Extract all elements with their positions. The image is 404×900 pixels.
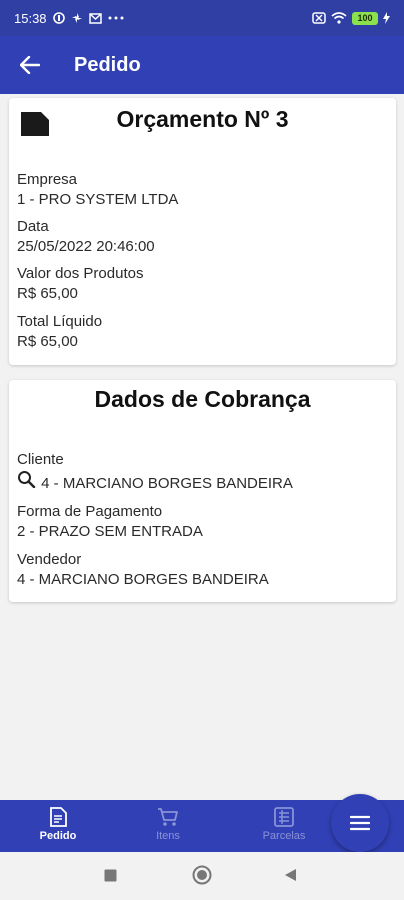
nav-tab-parcelas[interactable]: Parcelas: [239, 800, 329, 852]
home-button[interactable]: [192, 865, 212, 890]
nav-tab-itens[interactable]: Itens: [123, 800, 213, 852]
vendedor-field: Vendedor 4 - MARCIANO BORGES BANDEIRA: [17, 550, 269, 590]
total-liquido-field: Total Líquido R$ 65,00: [17, 312, 102, 352]
list-icon: [274, 807, 294, 827]
empresa-field: Empresa 1 - PRO SYSTEM LTDA: [17, 170, 178, 210]
orcamento-title: Orçamento Nº 3: [116, 106, 289, 132]
nav-label-itens: Itens: [156, 830, 180, 842]
cobranca-title: Dados de Cobrança: [94, 386, 311, 412]
forma-pagamento-value: 2 - PRAZO SEM ENTRADA: [17, 523, 203, 540]
data-label: Data: [17, 218, 49, 235]
wifi-icon: [331, 12, 347, 24]
forma-pagamento-field: Forma de Pagamento 2 - PRAZO SEM ENTRADA: [17, 502, 203, 542]
battery-icon: 100: [352, 11, 378, 25]
cliente-selector[interactable]: 4 - MARCIANO BORGES BANDEIRA: [17, 470, 293, 494]
app-bar: Pedido: [0, 36, 404, 94]
cobranca-card: Dados de Cobrança Cliente 4 - MARCIANO B…: [9, 380, 396, 602]
document-icon: [50, 807, 67, 827]
valor-produtos-label: Valor dos Produtos: [17, 265, 144, 282]
fan-icon: [71, 12, 83, 24]
charging-icon: [383, 12, 390, 24]
triangle-back-icon: [285, 869, 296, 881]
data-field: Data 25/05/2022 20:46:00: [17, 217, 155, 257]
menu-icon: [350, 815, 370, 831]
empresa-label: Empresa: [17, 171, 78, 188]
cliente-value: 4 - MARCIANO BORGES BANDEIRA: [41, 475, 293, 492]
menu-fab-button[interactable]: [331, 794, 389, 852]
cliente-label: Cliente: [17, 451, 64, 468]
system-navigation-bar: [0, 852, 404, 900]
recents-button[interactable]: [104, 869, 117, 887]
status-bar: 15:38 100: [0, 0, 404, 36]
sim-icon: [312, 12, 326, 24]
back-system-button[interactable]: [284, 868, 297, 887]
page-title: Pedido: [74, 53, 141, 76]
notification-icon: [52, 12, 65, 24]
status-time: 15:38: [14, 10, 47, 26]
mail-icon: [88, 12, 102, 24]
search-icon[interactable]: [17, 470, 37, 489]
forma-pagamento-label: Forma de Pagamento: [17, 503, 163, 520]
valor-produtos-value: R$ 65,00: [17, 285, 78, 302]
total-liquido-label: Total Líquido: [17, 313, 103, 330]
cart-icon: [158, 808, 178, 826]
more-icon: [108, 16, 124, 20]
valor-produtos-field: Valor dos Produtos R$ 65,00: [17, 264, 143, 304]
nav-label-pedido: Pedido: [39, 830, 77, 842]
back-button[interactable]: [0, 36, 60, 94]
empresa-value: 1 - PRO SYSTEM LTDA: [17, 191, 179, 208]
vendedor-value: 4 - MARCIANO BORGES BANDEIRA: [17, 571, 269, 588]
vendedor-label: Vendedor: [17, 551, 82, 568]
total-liquido-value: R$ 65,00: [17, 333, 78, 350]
nav-label-parcelas: Parcelas: [262, 830, 306, 842]
nav-tab-pedido[interactable]: Pedido: [13, 800, 103, 852]
back-arrow-icon: [20, 56, 40, 74]
orcamento-card: Orçamento Nº 3 Empresa 1 - PRO SYSTEM LT…: [9, 98, 396, 365]
square-icon: [104, 869, 117, 882]
home-circle-icon: [192, 865, 212, 885]
cliente-field[interactable]: Cliente 4 - MARCIANO BORGES BANDEIRA: [17, 450, 293, 494]
data-value: 25/05/2022 20:46:00: [17, 238, 155, 255]
